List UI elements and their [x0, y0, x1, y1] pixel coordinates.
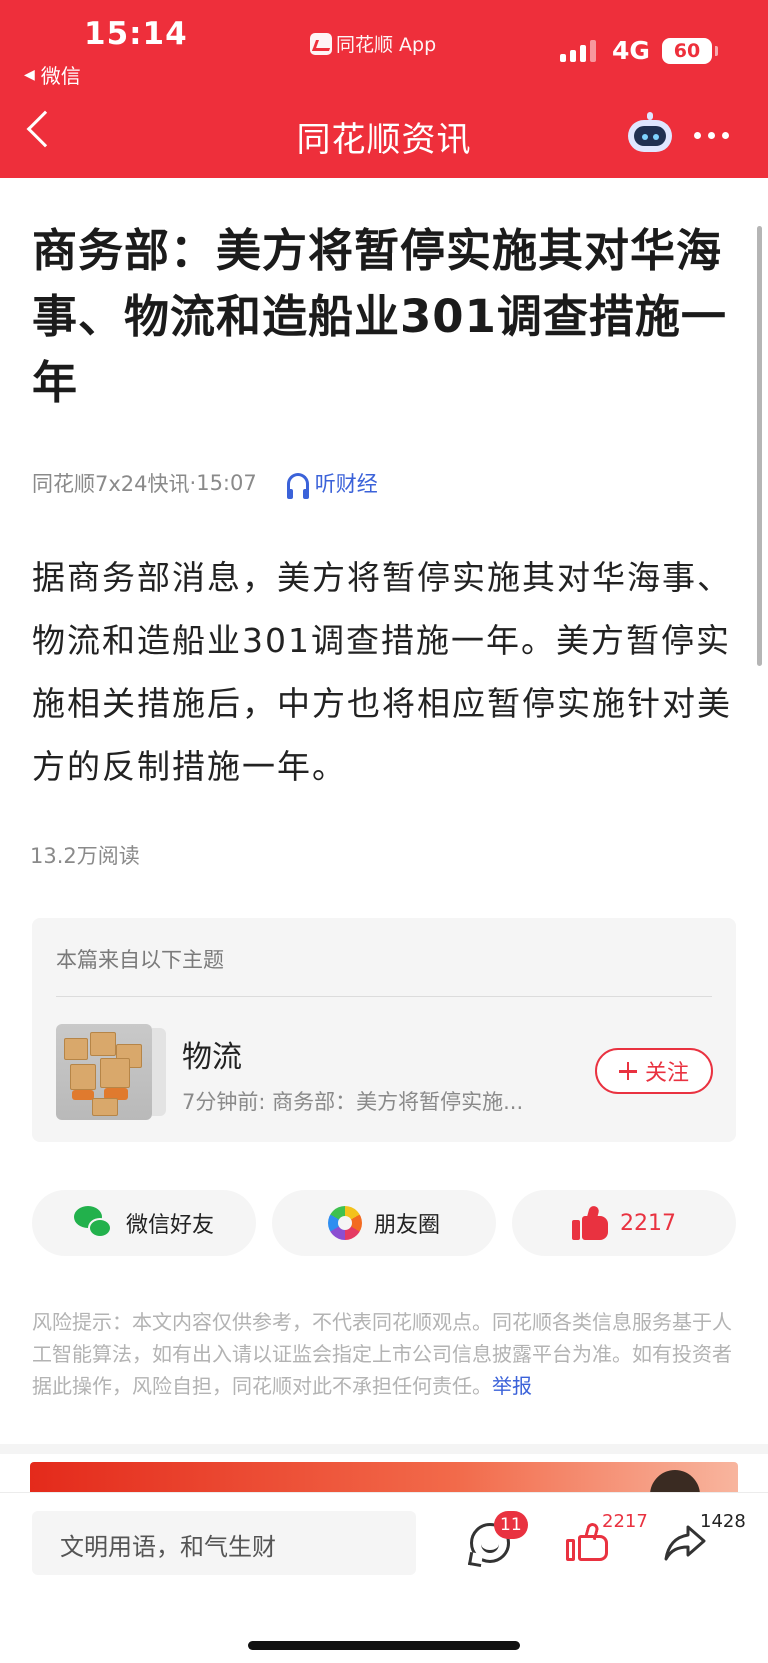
- article-time: 15:07: [196, 471, 257, 495]
- share-wechat-button[interactable]: 微信好友: [32, 1190, 256, 1256]
- home-indicator[interactable]: [248, 1641, 520, 1650]
- moments-icon: [327, 1206, 362, 1240]
- topic-card[interactable]: 本篇来自以下主题 物流 7分钟前: 商务部：美方将暂停实施... 关注: [32, 918, 736, 1142]
- app-indicator: 同花顺 App: [310, 30, 436, 57]
- share-wechat-label: 微信好友: [125, 1213, 214, 1238]
- network-type: 4G: [612, 36, 650, 65]
- thumbnail-stack-shadow: [152, 1028, 166, 1116]
- listen-label: 听财经: [314, 472, 378, 496]
- share-row: 微信好友 朋友圈 2217: [32, 1190, 736, 1256]
- bottom-action-bar: 文明用语，和气生财 11 2217 1428: [0, 1492, 768, 1663]
- like-count: 2217: [620, 1210, 676, 1236]
- share-moments-button[interactable]: 朋友圈: [272, 1190, 496, 1256]
- follow-label: 关注: [644, 1061, 689, 1086]
- share-count-badge: 1428: [700, 1511, 746, 1532]
- article-body: 据商务部消息，美方将暂停实施其对华海事、物流和造船业301调查措施一年。美方暂停…: [32, 558, 732, 786]
- thumbs-up-icon: [572, 1204, 608, 1240]
- topic-card-header: 本篇来自以下主题: [56, 948, 224, 972]
- back-to-wechat[interactable]: ◀ 微信: [24, 60, 81, 89]
- article-meta: 同花顺7x24快讯 · 15:07 听财经: [32, 468, 378, 499]
- share-moments-label: 朋友圈: [373, 1213, 440, 1238]
- divider: [56, 996, 712, 997]
- read-count: 13.2万阅读: [30, 844, 140, 868]
- comment-input[interactable]: 文明用语，和气生财: [32, 1511, 416, 1575]
- app-header: 15:14 ◀ 微信 同花顺 App 4G 60 同花顺资讯: [0, 0, 768, 178]
- section-gap: [0, 1444, 768, 1454]
- back-triangle-icon: ◀: [24, 66, 35, 83]
- app-logo-icon: [310, 32, 332, 55]
- follow-button[interactable]: 关注: [595, 1048, 713, 1094]
- risk-disclaimer: 风险提示：本文内容仅供参考，不代表同花顺观点。同花顺各类信息服务基于人工智能算法…: [32, 1306, 738, 1402]
- battery-icon: 60: [662, 38, 718, 64]
- battery-level: 60: [673, 40, 701, 62]
- like-button[interactable]: 2217: [512, 1190, 736, 1256]
- plus-icon: [618, 1062, 637, 1080]
- topic-name[interactable]: 物流: [182, 1032, 242, 1076]
- article-page: 15:14 ◀ 微信 同花顺 App 4G 60 同花顺资讯 商务部：美方将暂停…: [0, 0, 768, 1663]
- report-link[interactable]: 举报: [492, 1374, 532, 1398]
- scrollbar[interactable]: [757, 226, 762, 666]
- wechat-icon: [73, 1206, 114, 1240]
- robot-icon[interactable]: [626, 112, 674, 154]
- headphone-icon: [286, 473, 309, 499]
- topic-latest: 7分钟前: 商务部：美方将暂停实施...: [182, 1090, 524, 1114]
- signal-icon: [560, 40, 596, 62]
- topic-thumbnail[interactable]: [56, 1024, 152, 1120]
- meta-separator: ·: [189, 471, 197, 495]
- back-app-label: 微信: [40, 64, 81, 88]
- risk-text: 风险提示：本文内容仅供参考，不代表同花顺观点。同花顺各类信息服务基于人工智能算法…: [32, 1310, 732, 1398]
- article-headline: 商务部：美方将暂停实施其对华海事、物流和造船业301调查措施一年: [32, 224, 727, 409]
- more-dots-icon[interactable]: [694, 132, 729, 139]
- app-label: 同花顺 App: [336, 34, 437, 56]
- comment-count-badge: 11: [494, 1511, 528, 1539]
- listen-button[interactable]: 听财经: [286, 468, 378, 499]
- like-count-badge: 2217: [602, 1511, 648, 1532]
- status-time: 15:14: [84, 16, 188, 52]
- article-source: 同花顺7x24快讯: [32, 472, 190, 496]
